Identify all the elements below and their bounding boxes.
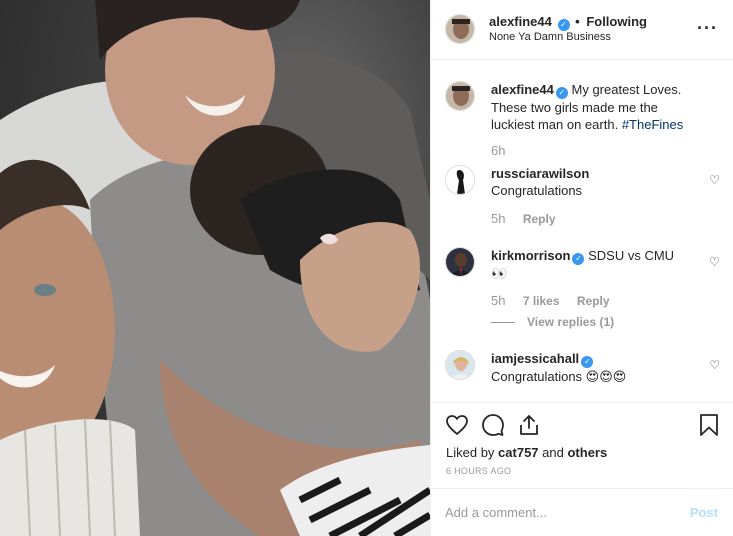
comment-item: kirkmorrison ✓ SDSU vs CMU 👀 ♡ 5h 7 likes… bbox=[445, 247, 720, 333]
like-comment-heart-icon[interactable]: ♡ bbox=[709, 255, 720, 269]
comment-bubble-icon[interactable] bbox=[481, 413, 505, 437]
comment-time[interactable]: 5h bbox=[491, 211, 505, 226]
following-button[interactable]: Following bbox=[586, 14, 647, 29]
more-options-icon[interactable]: ··· bbox=[697, 18, 718, 39]
view-replies-label: View replies (1) bbox=[527, 315, 615, 329]
verified-badge-icon: ✓ bbox=[557, 19, 570, 31]
comment-text: Congratulations 😍😍😍 bbox=[491, 369, 627, 384]
add-comment-bar: Post bbox=[431, 488, 733, 536]
post-side-panel: alexfine44 ✓ • Following None Ya Damn Bu… bbox=[430, 0, 733, 536]
post-photo[interactable] bbox=[0, 0, 430, 536]
comment-emoji: 👀 bbox=[491, 266, 508, 281]
like-comment-heart-icon[interactable]: ♡ bbox=[709, 358, 720, 372]
caption-time[interactable]: 6h bbox=[491, 143, 505, 158]
author-avatar[interactable] bbox=[445, 14, 475, 44]
comment-username[interactable]: kirkmorrison bbox=[491, 248, 570, 263]
comment-username[interactable]: russciarawilson bbox=[491, 166, 589, 181]
post-location[interactable]: None Ya Damn Business bbox=[489, 31, 611, 43]
view-replies-button[interactable]: View replies (1) bbox=[491, 315, 614, 329]
comment-text: Congratulations bbox=[491, 183, 583, 198]
liked-by-and: and bbox=[542, 445, 564, 460]
post-timestamp[interactable]: 6 HOURS AGO bbox=[446, 466, 511, 476]
reply-button[interactable]: Reply bbox=[577, 294, 610, 308]
comment-username[interactable]: iamjessicahall bbox=[491, 351, 579, 366]
post-actions: Liked by cat757 and others 6 HOURS AGO bbox=[431, 402, 733, 488]
reply-button[interactable]: Reply bbox=[523, 212, 556, 226]
verified-badge-icon: ✓ bbox=[572, 253, 585, 265]
post-comment-button[interactable]: Post bbox=[690, 505, 718, 520]
photo-illustration bbox=[0, 0, 430, 536]
comment-item: russciarawilson Congratulations ♡ 5h Rep… bbox=[445, 165, 720, 231]
commenter-avatar[interactable] bbox=[445, 350, 475, 380]
commenter-avatar[interactable] bbox=[445, 165, 475, 195]
liked-by-user[interactable]: cat757 bbox=[498, 445, 538, 460]
add-comment-input[interactable] bbox=[445, 501, 675, 523]
follow-separator: • bbox=[575, 14, 580, 29]
caption: alexfine44 ✓ My greatest Loves. These two… bbox=[445, 81, 720, 161]
author-username[interactable]: alexfine44 bbox=[489, 14, 552, 29]
caption-username[interactable]: alexfine44 bbox=[491, 82, 554, 97]
liked-by-summary: Liked by cat757 and others bbox=[446, 445, 607, 460]
comment-time[interactable]: 5h bbox=[491, 293, 505, 308]
save-bookmark-icon[interactable] bbox=[697, 413, 721, 437]
comment-text: SDSU vs CMU bbox=[588, 248, 675, 263]
caption-avatar[interactable] bbox=[445, 81, 475, 111]
commenter-avatar[interactable] bbox=[445, 247, 475, 277]
post-header: alexfine44 ✓ • Following None Ya Damn Bu… bbox=[431, 0, 733, 60]
share-icon[interactable] bbox=[517, 413, 541, 437]
comments-list[interactable]: alexfine44 ✓ My greatest Loves. These two… bbox=[431, 60, 733, 402]
verified-badge-icon: ✓ bbox=[555, 87, 568, 99]
comment-item: iamjessicahall ✓ Congratulations 😍😍😍 ♡ bbox=[445, 350, 720, 402]
liked-by-others[interactable]: others bbox=[567, 445, 607, 460]
comment-likes[interactable]: 7 likes bbox=[523, 294, 560, 308]
verified-badge-icon: ✓ bbox=[581, 356, 594, 368]
like-heart-icon[interactable] bbox=[445, 413, 469, 437]
like-comment-heart-icon[interactable]: ♡ bbox=[709, 173, 720, 187]
liked-by-prefix: Liked by bbox=[446, 445, 495, 460]
hashtag-link[interactable]: #TheFines bbox=[622, 117, 683, 132]
